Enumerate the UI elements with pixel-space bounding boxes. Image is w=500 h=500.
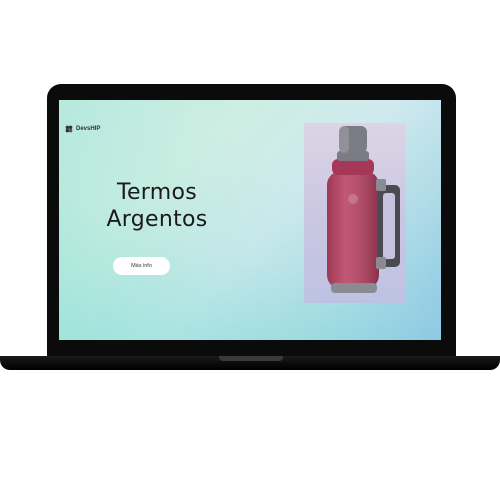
more-info-button[interactable]: Más info [113, 257, 170, 275]
thermos-image [327, 126, 400, 293]
hero-title: Termos Argentos [87, 179, 227, 233]
hero-title-line2: Argentos [106, 207, 208, 232]
logo-icon [65, 125, 73, 133]
product-image-panel [304, 123, 406, 303]
laptop-hinge-notch [219, 356, 283, 361]
brand-name: DevsHIP [76, 126, 101, 132]
laptop-screen: DevsHIP Termos Argentos Más info [59, 100, 441, 340]
hero-title-line1: Termos [116, 180, 198, 205]
brand-logo[interactable]: DevsHIP [65, 125, 100, 133]
